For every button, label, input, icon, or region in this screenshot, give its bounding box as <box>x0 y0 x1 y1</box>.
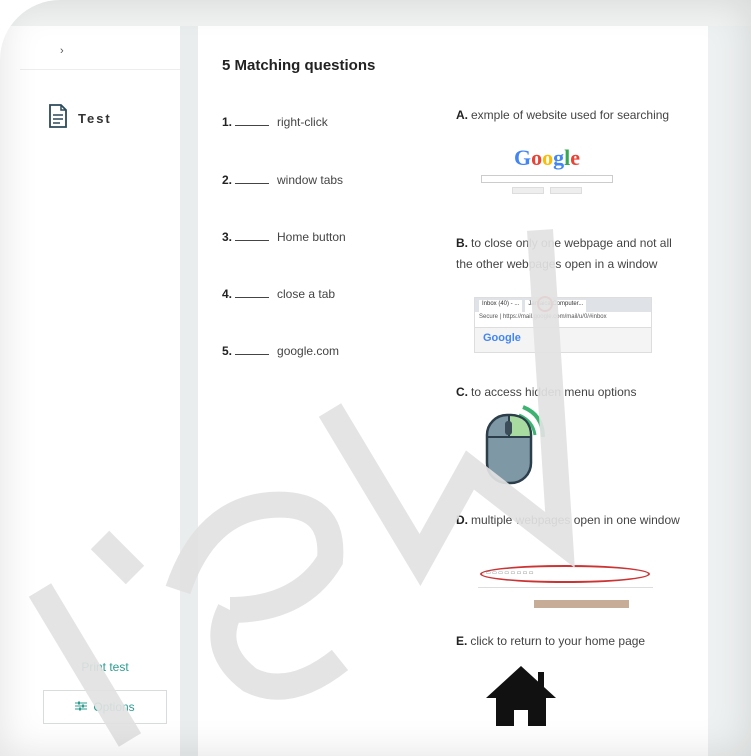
close-tab-highlight <box>537 296 553 312</box>
answer-letter: D. <box>456 513 468 527</box>
answer-option: C. to access hidden menu options <box>456 382 686 403</box>
answer-blank[interactable] <box>235 354 270 355</box>
question-item: 5. google.com <box>222 344 339 358</box>
options-button[interactable]: Options <box>43 690 167 724</box>
answer-option: A. exmple of website used for searching <box>456 105 686 126</box>
address-bar: Secure | https://mail.google.com/mail/u/… <box>475 312 651 328</box>
answer-letter: E. <box>456 634 468 648</box>
home-icon <box>486 666 556 726</box>
document-icon <box>48 104 68 133</box>
answer-option: D. multiple webpages open in one window <box>456 510 686 531</box>
question-number: 5. <box>222 344 233 358</box>
answer-text: click to return to your home page <box>470 634 646 648</box>
sliders-icon <box>75 700 88 714</box>
answer-blank[interactable] <box>235 240 270 241</box>
answer-option: E. click to return to your home page <box>456 631 686 652</box>
question-text: google.com <box>277 344 340 358</box>
answer-blank[interactable] <box>235 183 270 184</box>
browser-tab: Jamaica Computer... <box>525 300 587 312</box>
question-text: close a tab <box>277 287 336 301</box>
back-link[interactable]: › <box>60 45 64 57</box>
question-item: 3. Home button <box>222 230 346 244</box>
answer-blank[interactable] <box>235 297 270 298</box>
question-text: right-click <box>277 115 328 129</box>
browser-tabs-image: Inbox (40) - ... Jamaica Computer... Sec… <box>474 297 652 353</box>
options-label: Options <box>93 700 135 714</box>
sidebar <box>0 26 181 756</box>
page-right-margin <box>708 26 751 756</box>
page-title: 5 Matching questions <box>222 57 376 74</box>
answer-text: multiple webpages open in one window <box>471 513 680 527</box>
search-bar-image <box>481 175 613 183</box>
browser-tab: Inbox (40) - ... <box>479 300 523 312</box>
search-buttons-image <box>480 187 614 194</box>
question-item: 2. window tabs <box>222 173 343 187</box>
answer-blank[interactable] <box>235 125 270 126</box>
question-text: Home button <box>277 230 346 244</box>
question-number: 4. <box>222 287 233 301</box>
answer-text: exmple of website used for searching <box>471 108 670 122</box>
question-number: 1. <box>222 115 233 129</box>
answer-letter: C. <box>456 385 468 399</box>
sidebar-item-test[interactable]: Test <box>48 104 112 133</box>
answer-option: B. to close only one webpage and not all … <box>456 233 686 275</box>
answer-letter: A. <box>456 108 468 122</box>
google-homepage-image: Google <box>480 145 614 194</box>
answer-text: to close only one webpage and not all th… <box>456 236 672 271</box>
question-text: window tabs <box>277 173 344 187</box>
google-logo-small: Google <box>483 332 521 344</box>
top-bar <box>0 0 751 26</box>
multiple-tabs-image: ▭ ▭ ▭ ▭ ▭ ▭ ▭ ▭ <box>474 560 654 610</box>
sidebar-divider <box>20 69 180 70</box>
print-test-link[interactable]: Print test <box>60 660 150 674</box>
question-number: 3. <box>222 230 233 244</box>
sidebar-scroll-strip[interactable] <box>180 26 198 756</box>
google-logo: Google <box>513 145 580 170</box>
mouse-right-click-icon <box>485 405 545 485</box>
sidebar-item-label: Test <box>78 111 112 126</box>
answer-text: to access hidden menu options <box>471 385 637 399</box>
question-item: 1. right-click <box>222 115 328 129</box>
app-window: › Test Print test Options 5 Matching que… <box>0 0 751 756</box>
question-number: 2. <box>222 173 233 187</box>
answer-letter: B. <box>456 236 468 250</box>
question-item: 4. close a tab <box>222 287 335 301</box>
